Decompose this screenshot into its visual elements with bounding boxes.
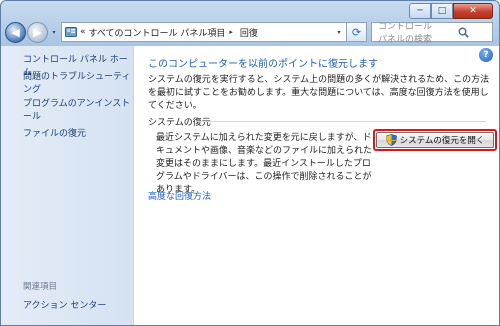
uac-shield-icon (385, 134, 397, 146)
main-pane: ? このコンピューターを以前のポイントに復元します システムの復元を実行すると、… (134, 46, 499, 325)
sidebar: コントロール パネル ホーム 問題のトラブルシューティング プログラムのアンイン… (1, 46, 134, 325)
sidebar-link-uninstall[interactable]: プログラムのアンインストール (23, 98, 131, 124)
address-dropdown-icon[interactable]: ▾ (332, 23, 346, 41)
search-placeholder: コントロール パネルの検索 (378, 22, 433, 45)
system-restore-description: 最近システムに加えられた変更を元に戻しますが、ドキュメントや画像、音楽などのファ… (156, 133, 373, 195)
refresh-button[interactable]: ⟳ (347, 22, 367, 42)
breadcrumb-all-items[interactable]: すべてのコントロール パネル項目 (89, 26, 226, 39)
group-divider (196, 121, 486, 122)
minimize-button[interactable]: ─ (409, 3, 431, 19)
address-bar[interactable]: « すべてのコントロール パネル項目 ▸ 回復 ▾ (61, 22, 347, 42)
breadcrumb-recovery[interactable]: 回復 (240, 26, 258, 39)
recent-pages-dropdown[interactable]: ▾ (49, 29, 59, 36)
search-icon[interactable] (435, 27, 492, 38)
open-system-restore-button-face[interactable]: システムの復元を開く (376, 132, 494, 148)
sidebar-link-action-center[interactable]: アクション センター (23, 298, 106, 311)
forward-button[interactable]: ▶ (27, 21, 48, 43)
advanced-recovery-link[interactable]: 高度な回復方法 (148, 189, 211, 202)
control-panel-icon (65, 26, 77, 38)
help-icon[interactable]: ? (479, 48, 493, 62)
navigation-bar: ◀ ▶ ▾ « すべてのコントロール パネル項目 ▸ 回復 ▾ ⟳ コントロール (5, 21, 493, 45)
caption-buttons: ─ □ ✕ (409, 3, 493, 19)
control-panel-window: ─ □ ✕ ◀ ▶ ▾ « すべてのコントロール パネル項目 ▸ 回復 ▾ ⟳ … (0, 0, 500, 326)
sidebar-related-header: 関連項目 (23, 282, 58, 292)
open-system-restore-button[interactable]: システムの復元を開く (373, 129, 497, 151)
back-button[interactable]: ◀ (5, 21, 26, 43)
maximize-button[interactable]: □ (431, 3, 453, 19)
sidebar-link-file-restore[interactable]: ファイルの復元 (23, 128, 131, 141)
page-description: システムの復元を実行すると、システム上の問題の多くが解決されるため、この方法を最… (148, 75, 490, 111)
breadcrumb-overflow[interactable]: « (80, 27, 86, 37)
close-button[interactable]: ✕ (453, 3, 493, 19)
content-area: コントロール パネル ホーム 問題のトラブルシューティング プログラムのアンイン… (1, 46, 499, 325)
breadcrumb-separator-icon[interactable]: ▸ (229, 28, 233, 36)
search-input[interactable]: コントロール パネルの検索 (371, 22, 493, 45)
sidebar-link-troubleshooting[interactable]: 問題のトラブルシューティング (23, 71, 131, 97)
restore-to-earlier-point-link[interactable]: このコンピューターを以前のポイントに復元します (148, 55, 378, 70)
open-system-restore-label: システムの復元を開く (399, 136, 485, 146)
